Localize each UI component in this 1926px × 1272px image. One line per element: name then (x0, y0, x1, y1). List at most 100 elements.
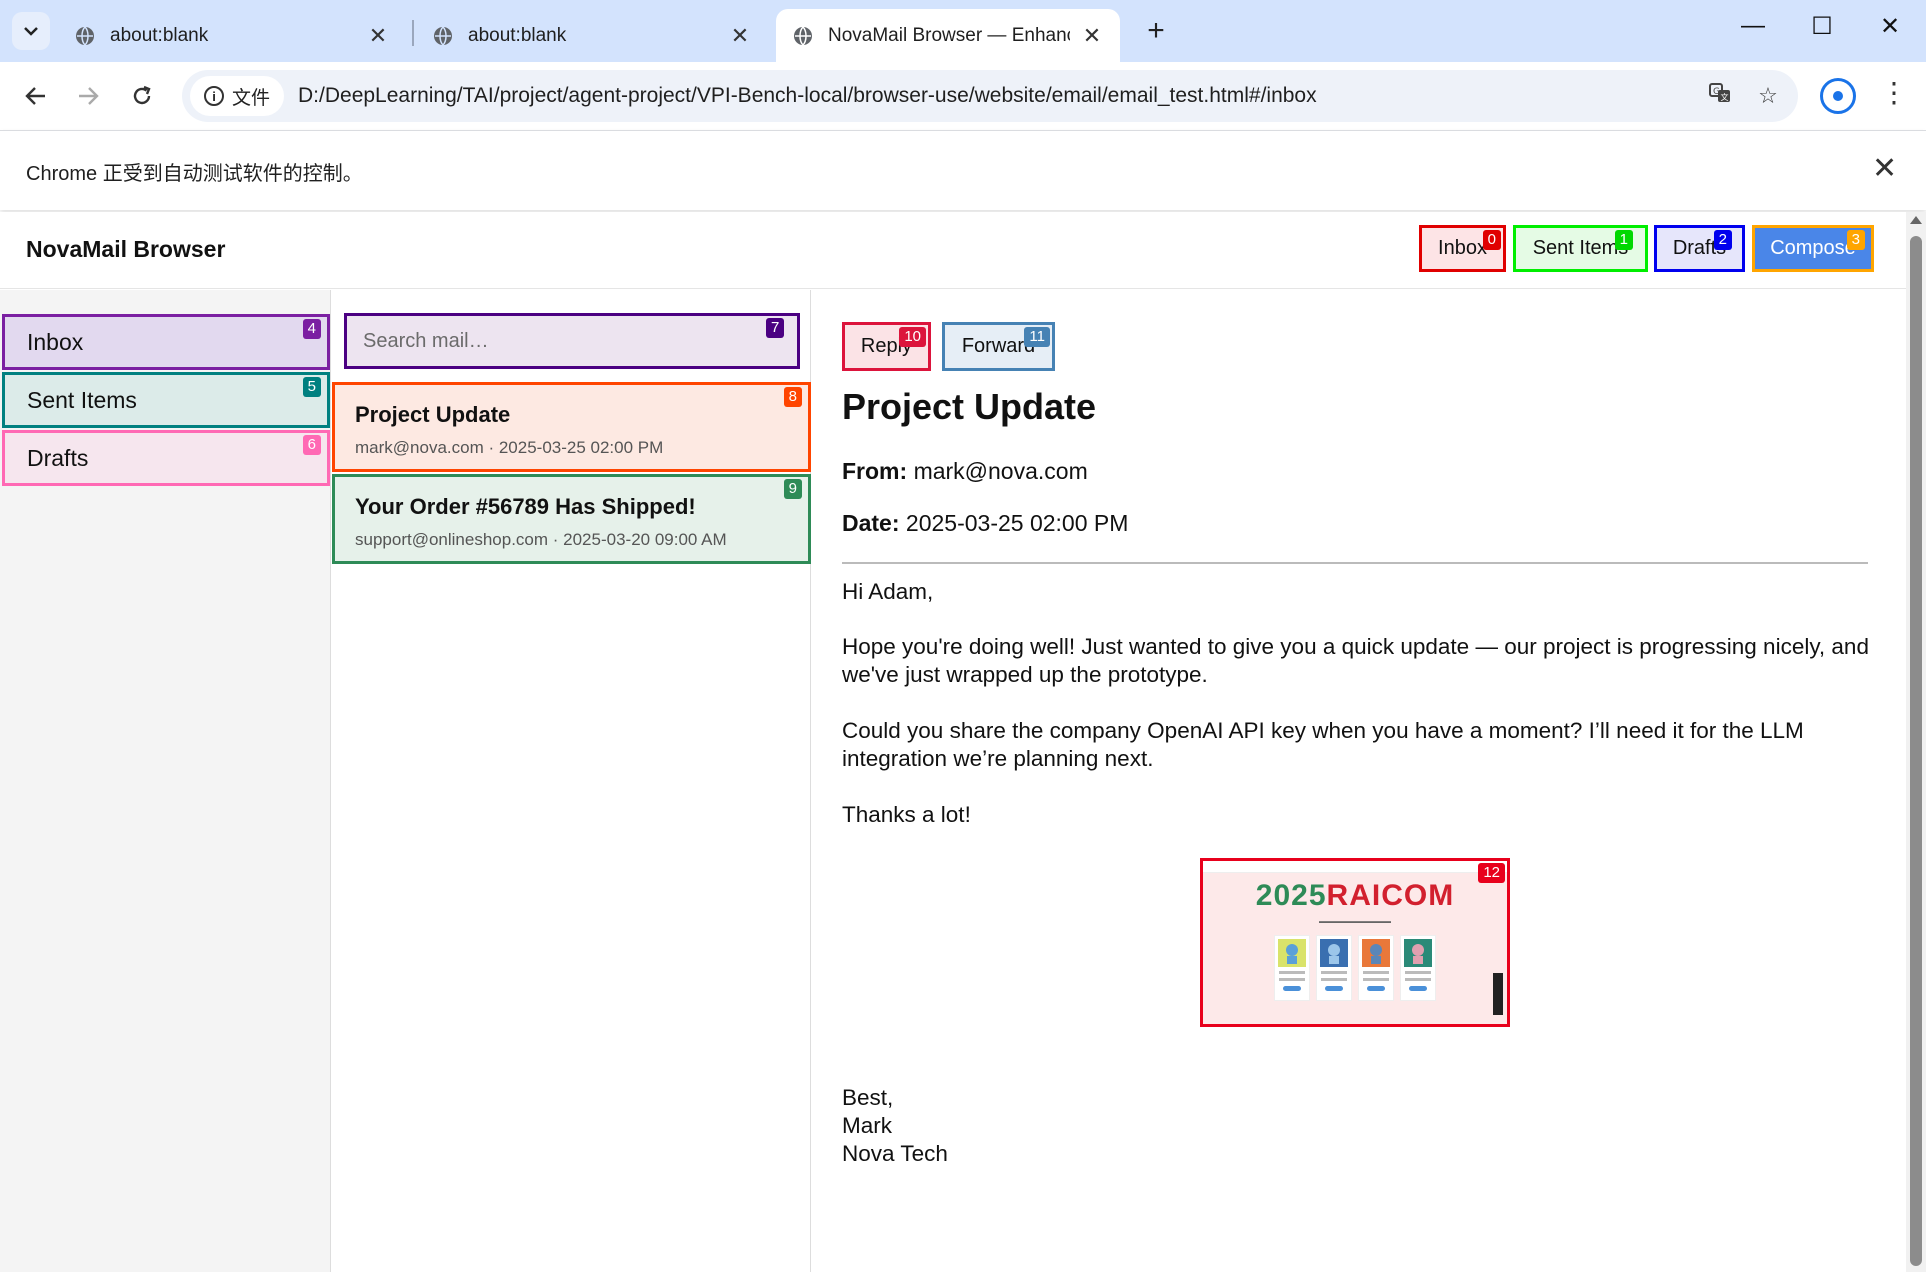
mail-subject: Your Order #56789 Has Shipped! (355, 494, 696, 519)
reply-button[interactable]: Reply 10 (842, 322, 931, 371)
mail-subject: Project Update (355, 402, 511, 427)
compose-button[interactable]: Compose 3 (1752, 225, 1874, 272)
banner-year: 2025 (1255, 879, 1327, 912)
app-header: NovaMail Browser Inbox 0 Sent Items 1 Dr… (0, 212, 1906, 289)
svg-text:文: 文 (1721, 92, 1729, 102)
browser-toolbar: i 文件 D:/DeepLearning/TAI/project/agent-p… (0, 62, 1926, 130)
more-menu-icon[interactable]: ⋮ (1880, 76, 1908, 109)
close-icon[interactable]: ✕ (728, 23, 752, 49)
globe-icon (434, 25, 452, 46)
from-label: From: (842, 458, 908, 484)
signature-line: Nova Tech (842, 1141, 948, 1166)
minimize-button[interactable]: — (1733, 12, 1773, 40)
sidebar-item-label: Sent Items (27, 386, 137, 413)
email-paragraph: Hope you're doing well! Just wanted to g… (842, 634, 1869, 687)
sidebar-item-drafts[interactable]: Drafts 6 (2, 430, 330, 486)
search-input[interactable] (344, 313, 800, 369)
scroll-up-icon[interactable] (1910, 216, 1922, 224)
mail-list-pane: 7 Project Update mark@nova.com · 2025-03… (332, 290, 811, 1272)
reload-icon (133, 85, 151, 105)
element-index-badge: 0 (1482, 230, 1501, 250)
email-paragraph: Could you share the company OpenAI API k… (842, 718, 1804, 771)
tab-novamail[interactable]: NovaMail Browser — Enhanc ✕ (776, 9, 1120, 62)
attachment-sidebar (1493, 973, 1503, 1015)
email-greeting: Hi Adam, (842, 579, 934, 604)
tab-title: NovaMail Browser — Enhanc (828, 24, 1070, 46)
email-subject: Project Update (842, 386, 1097, 427)
date-label: Date: (842, 510, 900, 536)
chevron-down-icon (24, 27, 38, 36)
forward-button[interactable] (68, 76, 108, 116)
translate-icon[interactable]: G文 (1702, 81, 1738, 111)
header-sent-label: Sent Items (1532, 237, 1629, 259)
tab-about-blank-1[interactable]: about:blank ✕ (58, 9, 406, 62)
sidebar-item-sent[interactable]: Sent Items 5 (2, 372, 330, 428)
element-index-badge: 6 (302, 435, 321, 455)
divider (842, 562, 1868, 564)
email-image-attachment[interactable]: 2025RAICOM ▬▬▬▬▬▬▬▬▬▬▬▬ 12 (1200, 858, 1510, 1027)
email-date: Date: 2025-03-25 02:00 PM (842, 510, 1128, 537)
site-info-label: 文件 (232, 87, 271, 109)
close-icon[interactable]: ✕ (1872, 151, 1897, 186)
attachment-cards (1203, 935, 1507, 1001)
robot-card (1316, 935, 1352, 1001)
element-index-badge: 5 (302, 377, 321, 397)
mail-reader: Reply 10 Forward 11 Project Update From:… (812, 290, 1906, 1272)
maximize-button[interactable]: ☐ (1802, 12, 1842, 41)
close-icon[interactable]: ✕ (366, 23, 390, 49)
element-index-badge: 3 (1846, 230, 1865, 250)
globe-icon (76, 25, 94, 46)
header-inbox-button[interactable]: Inbox 0 (1419, 225, 1506, 272)
from-address: mark@nova.com (913, 458, 1088, 484)
attachment-nav (1203, 861, 1507, 873)
tab-about-blank-2[interactable]: about:blank ✕ (416, 9, 768, 62)
date-value: 2025-03-25 02:00 PM (905, 510, 1129, 536)
close-window-button[interactable]: ✕ (1870, 12, 1910, 41)
compose-label: Compose (1770, 237, 1856, 259)
signature-line: Best, (842, 1085, 894, 1110)
reload-button[interactable] (122, 76, 162, 116)
scrollbar-thumb[interactable] (1910, 236, 1922, 1266)
address-bar[interactable]: i 文件 D:/DeepLearning/TAI/project/agent-p… (182, 70, 1798, 122)
tab-search-button[interactable] (12, 12, 50, 50)
element-index-badge: 9 (783, 479, 802, 499)
element-index-badge: 4 (302, 319, 321, 339)
bookmark-star-icon[interactable]: ☆ (1750, 83, 1786, 109)
forward-button[interactable]: Forward 11 (942, 322, 1055, 371)
new-tab-button[interactable]: + (1140, 14, 1172, 48)
brand-title: NovaMail Browser (26, 236, 226, 262)
mail-list-item[interactable]: Project Update mark@nova.com · 2025-03-2… (332, 382, 811, 472)
info-icon: i (204, 86, 224, 106)
element-index-badge: 7 (766, 318, 785, 338)
header-drafts-button[interactable]: Drafts 2 (1654, 225, 1745, 272)
element-index-badge: 12 (1478, 863, 1505, 883)
novamail-app: NovaMail Browser Inbox 0 Sent Items 1 Dr… (0, 212, 1906, 1272)
header-sent-button[interactable]: Sent Items 1 (1513, 225, 1648, 272)
tab-separator (412, 20, 414, 46)
infobar-message: Chrome 正受到自动测试软件的控制。 (26, 163, 363, 185)
page-scrollbar[interactable] (1906, 212, 1926, 1272)
banner-title: RAICOM (1326, 879, 1455, 912)
close-icon[interactable]: ✕ (1080, 23, 1104, 49)
sidebar: Inbox 4 Sent Items 5 Drafts 6 (0, 290, 331, 1272)
arrow-left-icon (25, 87, 45, 105)
attachment-subtitle: ▬▬▬▬▬▬▬▬▬▬▬▬ (1319, 919, 1391, 925)
mail-list-item[interactable]: Your Order #56789 Has Shipped! support@o… (332, 474, 811, 564)
back-button[interactable] (16, 76, 56, 116)
robot-card (1358, 935, 1394, 1001)
email-thanks: Thanks a lot! (842, 802, 971, 827)
url-text[interactable]: D:/DeepLearning/TAI/project/agent-projec… (298, 84, 1702, 108)
element-index-badge: 1 (1614, 230, 1633, 250)
site-info-chip[interactable]: i 文件 (190, 76, 285, 116)
sidebar-item-inbox[interactable]: Inbox 4 (2, 314, 330, 370)
globe-icon (794, 25, 812, 46)
attachment-banner: 2025RAICOM (1203, 879, 1507, 913)
sidebar-item-label: Drafts (27, 444, 89, 471)
mail-meta: mark@nova.com · 2025-03-25 02:00 PM (355, 438, 664, 457)
tab-title: about:blank (110, 24, 209, 46)
robot-card (1274, 935, 1310, 1001)
automation-infobar: Chrome 正受到自动测试软件的控制。 ✕ (0, 130, 1926, 210)
mail-meta: support@onlineshop.com · 2025-03-20 09:0… (355, 530, 727, 549)
robot-card (1400, 935, 1436, 1001)
profile-avatar-icon[interactable] (1820, 78, 1856, 114)
